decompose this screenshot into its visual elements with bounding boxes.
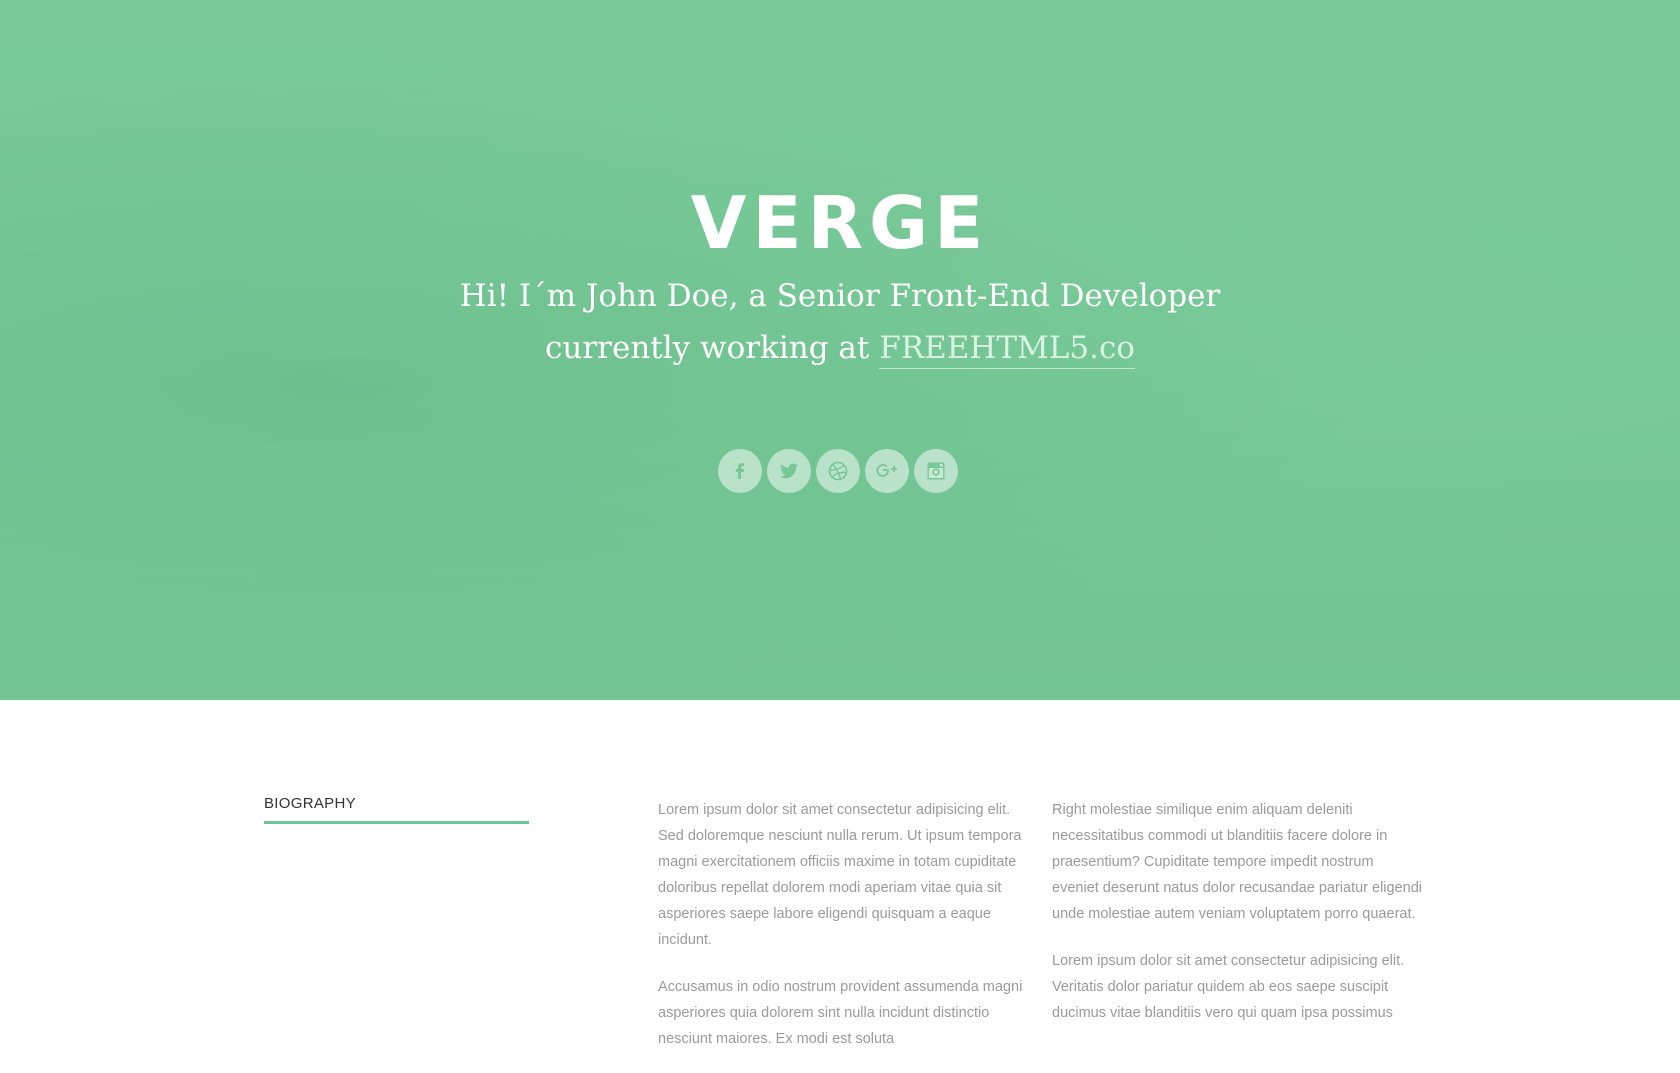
hero-subtitle-prefix: currently working at xyxy=(545,330,880,366)
site-title: VERGE xyxy=(690,181,990,265)
twitter-button[interactable] xyxy=(767,449,811,493)
biography-paragraph: Accusamus in odio nostrum provident assu… xyxy=(658,979,1023,1047)
biography-column-1: Lorem ipsum dolor sit amet consectetur a… xyxy=(658,797,1028,1073)
hero-subtitle-line1: Hi! I´m John Doe, a Senior Front-End Dev… xyxy=(459,278,1221,314)
twitter-icon xyxy=(780,463,798,479)
google-plus-button[interactable] xyxy=(865,449,909,493)
company-link[interactable]: FREEHTML5.co xyxy=(879,330,1135,369)
biography-paragraph: Lorem ipsum dolor sit amet consectetur a… xyxy=(1052,953,1405,1021)
biography-heading: BIOGRAPHY xyxy=(264,795,529,824)
biography-paragraph: Lorem ipsum dolor sit amet consectetur a… xyxy=(658,802,1022,948)
social-links xyxy=(718,449,958,493)
biography-column-2: Right molestiae similique enim aliquam d… xyxy=(1052,797,1422,1047)
biography-paragraph: Right molestiae similique enim aliquam d… xyxy=(1052,802,1422,922)
hero-subtitle-line2: currently working at FREEHTML5.co xyxy=(0,322,1680,374)
hero-subtitle: Hi! I´m John Doe, a Senior Front-End Dev… xyxy=(0,270,1680,374)
hero-section: VERGE Hi! I´m John Doe, a Senior Front-E… xyxy=(0,0,1680,700)
facebook-button[interactable] xyxy=(718,449,762,493)
google-plus-icon xyxy=(876,464,897,477)
dribbble-icon xyxy=(828,461,848,481)
instagram-icon xyxy=(927,462,945,480)
instagram-button[interactable] xyxy=(914,449,958,493)
facebook-icon xyxy=(735,463,744,479)
dribbble-button[interactable] xyxy=(816,449,860,493)
